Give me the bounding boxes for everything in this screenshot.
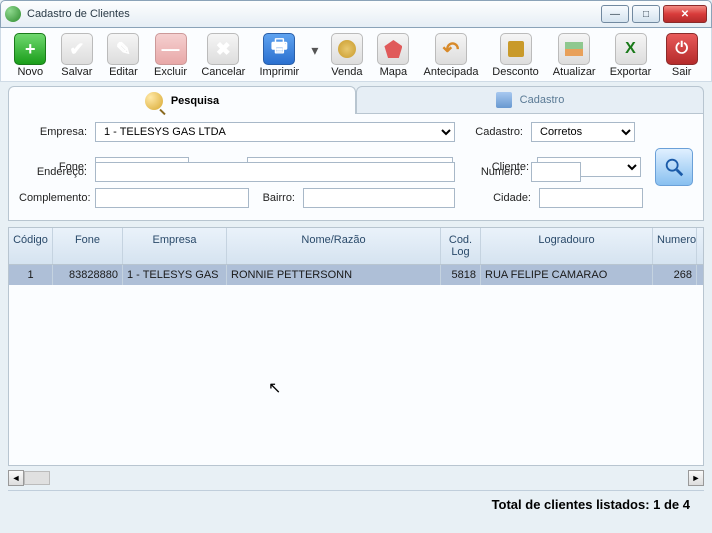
antecipada-button[interactable]: Antecipada (417, 31, 486, 80)
tab-strip: Pesquisa Cadastro (0, 86, 712, 114)
magnifier-icon (145, 92, 163, 110)
col-codigo[interactable]: Código (9, 228, 53, 264)
cancelar-button[interactable]: ✖Cancelar (194, 31, 252, 80)
editar-button[interactable]: ✎Editar (100, 31, 147, 80)
undo-icon (435, 33, 467, 65)
numero-input[interactable] (531, 162, 581, 182)
endereco-input[interactable] (95, 162, 455, 182)
col-logradouro[interactable]: Logradouro (481, 228, 653, 264)
cidade-input[interactable] (539, 188, 643, 208)
scroll-right-button[interactable]: ► (688, 470, 704, 486)
empresa-label: Empresa: (19, 126, 91, 138)
close-button[interactable]: ✕ (663, 5, 707, 23)
main-toolbar: +Novo ✔Salvar ✎Editar —Excluir ✖Cancelar… (0, 28, 712, 82)
printer-icon: 🖶 (263, 33, 295, 65)
minimize-button[interactable]: — (601, 5, 629, 23)
plus-icon: + (14, 33, 46, 65)
exportar-button[interactable]: Exportar (603, 31, 659, 80)
cell-logradouro: RUA FELIPE CAMARAO (481, 265, 653, 285)
salvar-button[interactable]: ✔Salvar (54, 31, 101, 80)
atualizar-button[interactable]: Atualizar (546, 31, 603, 80)
check-icon: ✔ (61, 33, 93, 65)
x-icon: ✖ (207, 33, 239, 65)
col-nome[interactable]: Nome/Razão (227, 228, 441, 264)
tab-label: Pesquisa (171, 95, 219, 107)
excluir-button[interactable]: —Excluir (147, 31, 195, 80)
grid-empty-area (9, 285, 703, 465)
search-icon (663, 156, 685, 178)
cell-codlog: 5818 (441, 265, 481, 285)
table-row[interactable]: 1 83828880 1 - TELESYS GAS RONNIE PETTER… (9, 265, 703, 285)
col-fone[interactable]: Fone (53, 228, 123, 264)
filter-panel: Empresa: 1 - TELESYS GAS LTDA Cadastro: … (8, 114, 704, 221)
col-empresa[interactable]: Empresa (123, 228, 227, 264)
power-icon (666, 33, 698, 65)
cadastro-label: Cadastro: (465, 126, 527, 138)
bairro-label: Bairro: (253, 192, 299, 204)
cell-codigo: 1 (9, 265, 53, 285)
toolbar-dropdown-arrow[interactable]: ▾ (306, 31, 323, 69)
results-grid: Código Fone Empresa Nome/Razão Cod. Log … (8, 227, 704, 466)
col-numero[interactable]: Numero (653, 228, 697, 264)
window-title: Cadastro de Clientes (27, 8, 601, 20)
cell-fone: 83828880 (53, 265, 123, 285)
cell-empresa: 1 - TELESYS GAS (123, 265, 227, 285)
search-button[interactable] (655, 148, 693, 186)
app-icon (5, 6, 21, 22)
discount-icon (500, 33, 532, 65)
tab-pesquisa[interactable]: Pesquisa (8, 86, 356, 114)
status-footer: Total de clientes listados: 1 de 4 (8, 490, 704, 518)
coins-icon (331, 33, 363, 65)
bairro-input[interactable] (303, 188, 455, 208)
horizontal-scrollbar[interactable]: ◄ ► (8, 470, 704, 486)
sair-button[interactable]: Sair (658, 31, 705, 80)
minus-icon: — (155, 33, 187, 65)
empresa-select[interactable]: 1 - TELESYS GAS LTDA (95, 122, 455, 142)
novo-button[interactable]: +Novo (7, 31, 54, 80)
refresh-map-icon (558, 33, 590, 65)
cell-numero: 268 (653, 265, 697, 285)
desconto-button[interactable]: Desconto (485, 31, 545, 80)
col-codlog[interactable]: Cod. Log (441, 228, 481, 264)
title-bar: Cadastro de Clientes — □ ✕ (0, 0, 712, 28)
complemento-label: Complemento: (19, 192, 91, 204)
imprimir-button[interactable]: 🖶Imprimir (252, 31, 306, 80)
scroll-track-left[interactable] (24, 471, 50, 485)
grid-header: Código Fone Empresa Nome/Razão Cod. Log … (9, 228, 703, 265)
complemento-input[interactable] (95, 188, 249, 208)
cell-nome: RONNIE PETTERSONN (227, 265, 441, 285)
cadastro-select[interactable]: Corretos (531, 122, 635, 142)
pencil-icon: ✎ (107, 33, 139, 65)
maximize-button[interactable]: □ (632, 5, 660, 23)
map-pin-icon (377, 33, 409, 65)
tab-cadastro[interactable]: Cadastro (356, 86, 704, 114)
mapa-button[interactable]: Mapa (370, 31, 417, 80)
scroll-left-button[interactable]: ◄ (8, 470, 24, 486)
numero-label: Numero: (465, 166, 527, 178)
excel-icon (615, 33, 647, 65)
form-icon (496, 92, 512, 108)
endereco-label: Endereço: (19, 166, 91, 178)
tab-label: Cadastro (520, 94, 565, 106)
cidade-label: Cidade: (465, 192, 535, 204)
venda-button[interactable]: Venda (324, 31, 371, 80)
